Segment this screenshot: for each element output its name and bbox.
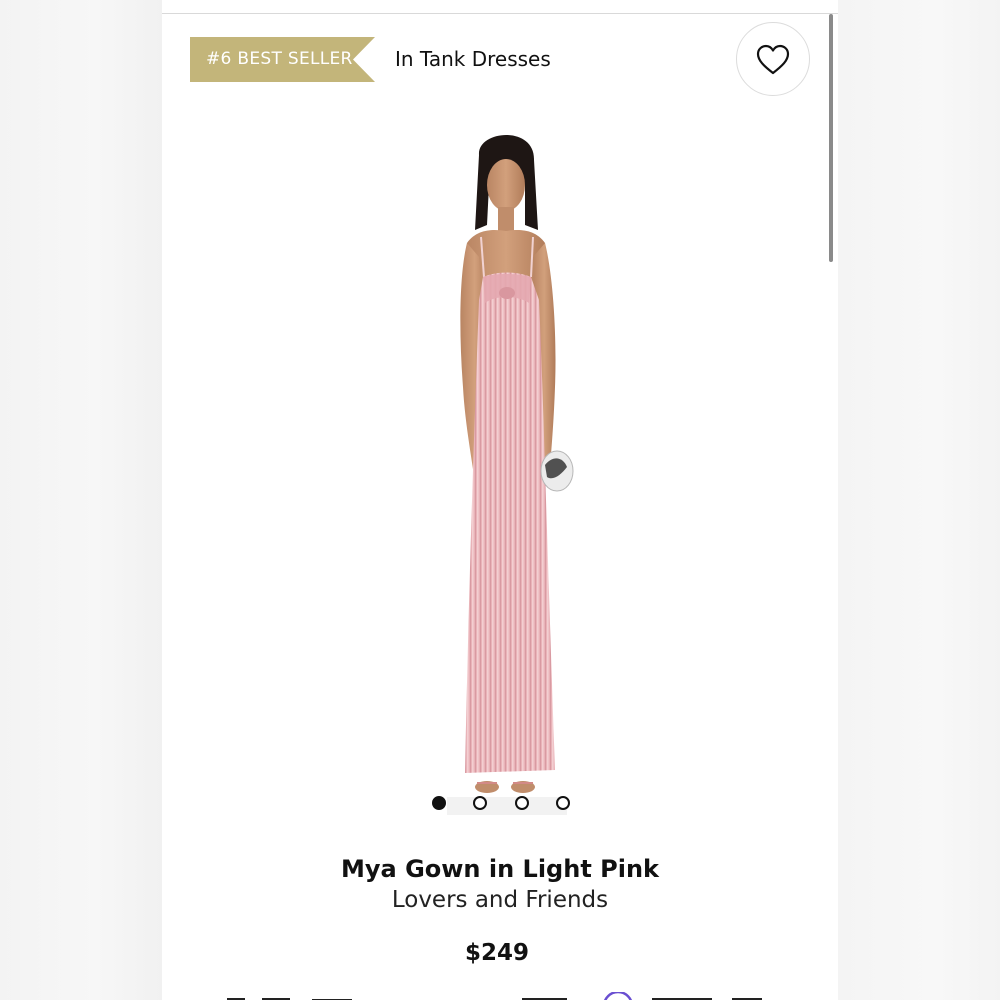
cut-off-text-row [227, 992, 762, 1000]
gallery-dot-4[interactable] [556, 796, 570, 810]
favorite-button[interactable] [736, 22, 810, 96]
product-brand[interactable]: Lovers and Friends [162, 887, 838, 913]
gallery-dot-3[interactable] [515, 796, 529, 810]
gallery-dot-2[interactable] [473, 796, 487, 810]
best-seller-label: #6 BEST SELLER [206, 49, 353, 69]
info-icon [603, 992, 633, 1000]
product-price: $249 [464, 940, 529, 966]
scrollbar-thumb[interactable] [829, 14, 833, 262]
product-page: #6 BEST SELLER In Tank Dresses Mya Gown … [162, 0, 838, 1000]
gallery-dot-1[interactable] [432, 796, 446, 810]
background-left [0, 0, 162, 1000]
product-photo[interactable] [407, 125, 607, 815]
product-title: Mya Gown in Light Pink [340, 855, 660, 883]
header-divider [162, 13, 838, 14]
gallery-pagination [430, 795, 570, 811]
category-link[interactable]: In Tank Dresses [395, 44, 551, 74]
heart-icon [756, 44, 790, 75]
background-right [838, 0, 1000, 1000]
best-seller-badge: #6 BEST SELLER [190, 37, 375, 82]
